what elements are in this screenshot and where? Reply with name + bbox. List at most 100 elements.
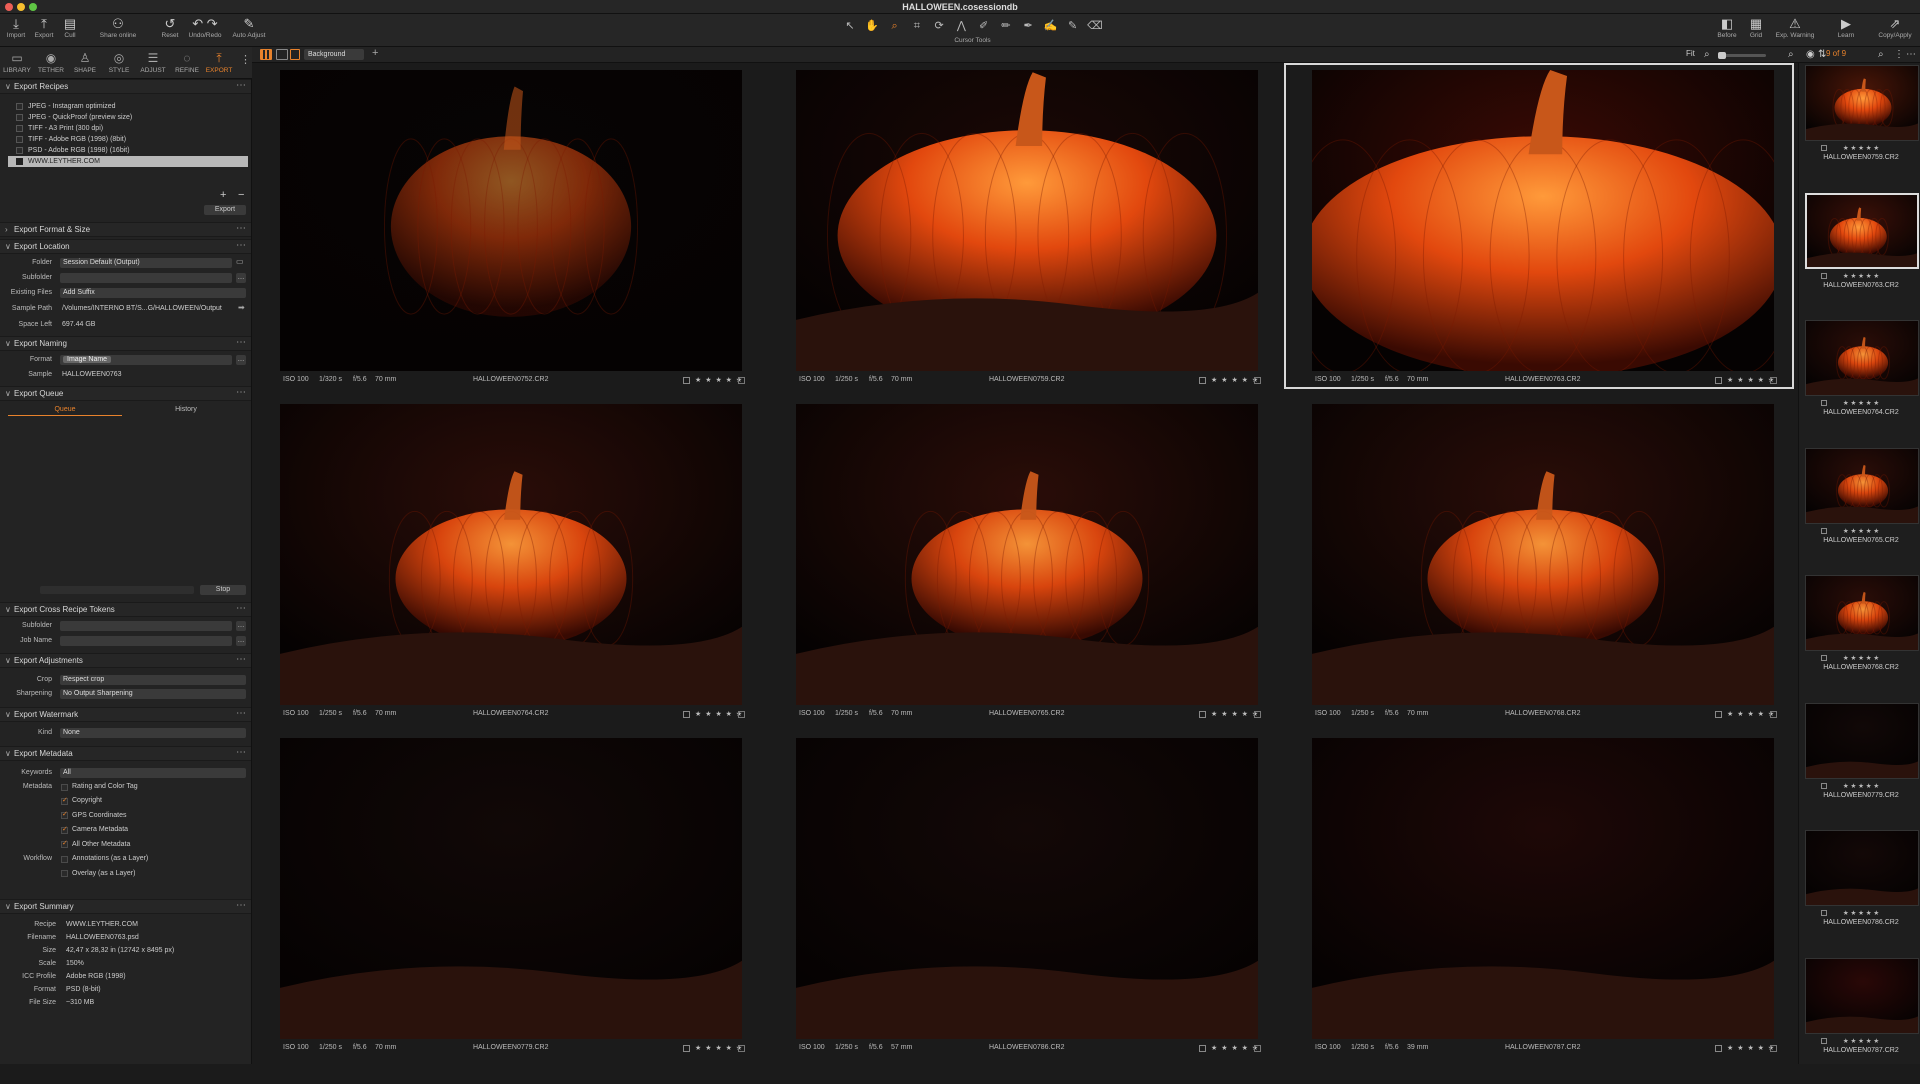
filmstrip-item[interactable]: ★ ★ ★ ★ ★ HALLOWEEN0786.CR2 bbox=[1803, 829, 1919, 956]
image-thumbnail[interactable] bbox=[1312, 404, 1774, 705]
undo-redo-button[interactable]: ↶ ↷ Undo/Redo bbox=[186, 16, 224, 39]
subfolder-tokens-button[interactable]: … bbox=[236, 273, 246, 283]
keystone-tool-icon[interactable]: ⋀ bbox=[951, 18, 971, 34]
tab-adjust[interactable]: ☰ ADJUST bbox=[137, 49, 169, 74]
tab-style[interactable]: ◎ STYLE bbox=[103, 49, 135, 74]
star-rating[interactable]: ★ ★ ★ ★ ★ bbox=[1727, 710, 1775, 718]
filmstrip-thumbnail[interactable] bbox=[1805, 65, 1919, 141]
spot-tool-icon[interactable]: ✐ bbox=[974, 18, 994, 34]
filmstrip-item[interactable]: ★ ★ ★ ★ ★ HALLOWEEN0779.CR2 bbox=[1803, 702, 1919, 829]
cross-subfolder-input[interactable] bbox=[60, 621, 232, 631]
gradient-tool-icon[interactable]: ✒ bbox=[1018, 18, 1038, 34]
remove-recipe-icon[interactable]: − bbox=[238, 189, 244, 201]
filmstrip-item[interactable]: ★ ★ ★ ★ ★ HALLOWEEN0787.CR2 bbox=[1803, 957, 1919, 1084]
reset-button[interactable]: ↺ Reset bbox=[158, 16, 182, 39]
recipe-checkbox[interactable] bbox=[16, 136, 23, 143]
select-checkbox[interactable] bbox=[683, 377, 690, 384]
recipe-checkbox[interactable] bbox=[16, 114, 23, 121]
select-checkbox[interactable] bbox=[1199, 711, 1206, 718]
star-rating[interactable]: ★ ★ ★ ★ ★ bbox=[1803, 272, 1919, 280]
select-checkbox[interactable] bbox=[1199, 1045, 1206, 1052]
learn-button[interactable]: ▶ Learn bbox=[1834, 16, 1858, 39]
exposure-warning-button[interactable]: ⚠ Exp. Warning bbox=[1772, 16, 1818, 39]
color-tag-icon[interactable] bbox=[1254, 377, 1261, 384]
more-options-icon[interactable]: ⋯ bbox=[236, 900, 246, 911]
select-checkbox[interactable] bbox=[1715, 377, 1722, 384]
star-rating[interactable]: ★ ★ ★ ★ ★ bbox=[1211, 1044, 1259, 1052]
star-rating[interactable]: ★ ★ ★ ★ ★ bbox=[1727, 376, 1775, 384]
star-rating[interactable]: ★ ★ ★ ★ ★ bbox=[1803, 144, 1919, 152]
export-adjustments-header[interactable]: ∨ Export Adjustments ⋯ bbox=[0, 653, 251, 668]
tab-export[interactable]: ⤒ EXPORT bbox=[203, 49, 235, 74]
sharpening-select[interactable]: No Output Sharpening bbox=[60, 689, 246, 699]
image-thumbnail[interactable] bbox=[280, 70, 742, 371]
copyright-checkbox[interactable] bbox=[61, 796, 68, 805]
image-name-token[interactable]: Image Name bbox=[63, 356, 112, 363]
color-tag-icon[interactable] bbox=[1254, 1045, 1261, 1052]
zoom-slider[interactable] bbox=[1718, 52, 1766, 59]
stop-button[interactable]: Stop bbox=[200, 585, 246, 595]
subfolder-input[interactable] bbox=[60, 273, 232, 283]
crop-tool-icon[interactable]: ⌗ bbox=[907, 18, 927, 34]
tab-refine[interactable]: ◌ REFINE bbox=[171, 49, 203, 74]
recipe-checkbox[interactable] bbox=[16, 103, 23, 110]
add-icon[interactable]: + bbox=[372, 47, 378, 59]
more-options-icon[interactable]: ⋯ bbox=[236, 603, 246, 614]
color-tag-icon[interactable] bbox=[1770, 1045, 1777, 1052]
annotations-checkbox[interactable] bbox=[61, 856, 68, 863]
star-rating[interactable]: ★ ★ ★ ★ ★ bbox=[1803, 654, 1919, 662]
export-format-header[interactable]: › Export Format & Size ⋯ bbox=[0, 222, 251, 237]
eraser-tool-icon[interactable]: ⌫ bbox=[1085, 18, 1105, 34]
image-cell[interactable]: ISO 100 1/320 s f/5.6 70 mm HALLOWEEN0752.CR… bbox=[252, 63, 762, 389]
kind-select[interactable]: None bbox=[60, 728, 246, 738]
image-cell[interactable]: ISO 100 1/250 s f/5.6 70 mm HALLOWEEN0759.CR… bbox=[768, 63, 1278, 389]
tab-library[interactable]: ▭ LIBRARY bbox=[1, 49, 33, 74]
color-tag-icon[interactable] bbox=[1254, 711, 1261, 718]
picker-tool-icon[interactable]: ✍ bbox=[1040, 18, 1060, 34]
select-checkbox[interactable] bbox=[683, 1045, 690, 1052]
filter-icon[interactable]: ⋮ bbox=[1894, 49, 1904, 60]
more-options-icon[interactable]: ⋯ bbox=[236, 747, 246, 758]
tab-tether[interactable]: ◉ TETHER bbox=[35, 49, 67, 74]
gps-checkbox[interactable] bbox=[61, 810, 68, 819]
image-cell[interactable]: ISO 100 1/250 s f/5.6 70 mm HALLOWEEN0765.CR… bbox=[768, 397, 1278, 723]
recipe-checkbox[interactable] bbox=[16, 125, 23, 132]
export-button-panel[interactable]: Export bbox=[204, 205, 246, 215]
pan-tool-icon[interactable]: ✋ bbox=[862, 18, 882, 34]
recipe-item[interactable]: TIFF - Adobe RGB (1998) (8bit) bbox=[8, 134, 248, 145]
export-queue-header[interactable]: ∨ Export Queue ⋯ bbox=[0, 386, 251, 401]
export-watermark-header[interactable]: ∨ Export Watermark ⋯ bbox=[0, 707, 251, 722]
more-tabs-icon[interactable]: ⋮ bbox=[240, 53, 251, 66]
star-rating[interactable]: ★ ★ ★ ★ ★ bbox=[1803, 909, 1919, 917]
tab-queue[interactable]: Queue bbox=[8, 406, 122, 416]
before-button[interactable]: ◧ Before bbox=[1714, 16, 1740, 39]
recipe-checkbox[interactable] bbox=[16, 158, 23, 165]
filmstrip-item[interactable]: ★ ★ ★ ★ ★ HALLOWEEN0759.CR2 bbox=[1803, 64, 1919, 191]
image-cell[interactable]: ISO 100 1/250 s f/5.6 70 mm HALLOWEEN0764.CR… bbox=[252, 397, 762, 723]
eye-icon[interactable]: ◉ bbox=[1806, 49, 1815, 60]
filmstrip-item[interactable]: ★ ★ ★ ★ ★ HALLOWEEN0763.CR2 bbox=[1803, 192, 1919, 319]
image-thumbnail[interactable] bbox=[1312, 738, 1774, 1039]
crop-select[interactable]: Respect crop bbox=[60, 675, 246, 685]
star-rating[interactable]: ★ ★ ★ ★ ★ bbox=[1727, 1044, 1775, 1052]
star-rating[interactable]: ★ ★ ★ ★ ★ bbox=[1211, 376, 1259, 384]
star-rating[interactable]: ★ ★ ★ ★ ★ bbox=[1803, 399, 1919, 407]
filmstrip-item[interactable]: ★ ★ ★ ★ ★ HALLOWEEN0768.CR2 bbox=[1803, 574, 1919, 701]
rating-checkbox[interactable] bbox=[61, 784, 68, 791]
star-rating[interactable]: ★ ★ ★ ★ ★ bbox=[1803, 1037, 1919, 1045]
image-cell[interactable]: ISO 100 1/250 s f/5.6 70 mm HALLOWEEN0763.CR… bbox=[1284, 63, 1794, 389]
image-thumbnail[interactable] bbox=[796, 70, 1258, 371]
image-thumbnail[interactable] bbox=[796, 738, 1258, 1039]
export-summary-header[interactable]: ∨ Export Summary ⋯ bbox=[0, 899, 251, 914]
filmstrip-thumbnail[interactable] bbox=[1805, 447, 1919, 524]
brush-tool-icon[interactable]: ✏ bbox=[996, 18, 1016, 34]
camera-metadata-checkbox[interactable] bbox=[61, 825, 68, 834]
auto-adjust-button[interactable]: ✎ Auto Adjust bbox=[228, 16, 270, 39]
existing-files-select[interactable]: Add Suffix bbox=[60, 288, 246, 298]
job-name-tokens[interactable]: … bbox=[236, 636, 246, 646]
filmstrip-thumbnail[interactable] bbox=[1805, 575, 1919, 651]
cull-button[interactable]: ▤ Cull bbox=[60, 16, 80, 39]
star-rating[interactable]: ★ ★ ★ ★ ★ bbox=[695, 1044, 743, 1052]
image-thumbnail[interactable] bbox=[796, 404, 1258, 705]
rotate-tool-icon[interactable]: ⟳ bbox=[929, 18, 949, 34]
